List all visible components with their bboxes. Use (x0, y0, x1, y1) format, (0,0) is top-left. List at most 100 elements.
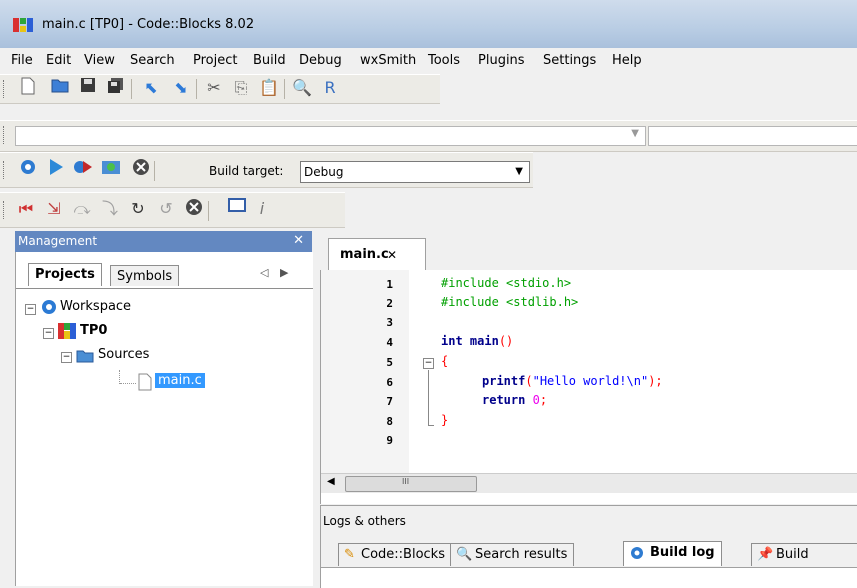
menu-file[interactable]: File (11, 53, 33, 68)
toolbar-separator (196, 79, 197, 99)
tab-scroll-right-icon[interactable]: ▶ (280, 266, 288, 279)
line-number: 2 (386, 297, 393, 310)
build-and-run-icon[interactable] (72, 158, 94, 180)
close-icon[interactable]: ✕ (387, 248, 397, 262)
line-number: 5 (386, 356, 393, 369)
step-out-icon[interactable]: ↺ (155, 198, 177, 220)
editor-tab-strip: main.c ✕ (320, 232, 857, 271)
codeblocks-app-icon (13, 18, 33, 32)
horizontal-scrollbar[interactable]: ◀ III (321, 473, 857, 493)
cut-icon[interactable]: ✂ (203, 77, 225, 99)
build-target-label: Build target: (209, 164, 284, 178)
chevron-down-icon: ▼ (515, 166, 523, 177)
next-instruction-icon[interactable]: ⤵ (99, 198, 121, 220)
undo-icon[interactable]: ⬉ (140, 77, 162, 99)
menu-plugins[interactable]: Plugins (478, 53, 525, 68)
menu-edit[interactable]: Edit (46, 53, 71, 68)
tree-item-workspace[interactable]: Workspace (60, 299, 131, 314)
fold-line (428, 370, 429, 426)
function-dropdown[interactable] (648, 126, 857, 146)
rebuild-icon[interactable] (100, 158, 122, 180)
code-completion-toolbar: ▼ (0, 120, 857, 152)
new-file-icon[interactable] (17, 77, 39, 99)
code-line-5: { (441, 354, 448, 368)
copy-icon[interactable]: ⎘ (230, 77, 252, 99)
toolbar-grip[interactable] (3, 161, 7, 179)
toolbar-grip[interactable] (3, 80, 7, 98)
build-log-content[interactable] (321, 567, 857, 588)
build-target-select[interactable]: Debug ▼ (300, 161, 530, 183)
collapse-project-icon[interactable]: − (43, 328, 54, 339)
save-icon[interactable] (77, 77, 99, 99)
code-token: main (462, 334, 499, 348)
code-line-8: } (441, 413, 448, 427)
chevron-down-icon: ▼ (631, 128, 639, 139)
line-number: 6 (386, 376, 393, 389)
tree-item-main-c[interactable]: main.c (155, 373, 205, 388)
collapse-workspace-icon[interactable]: − (25, 304, 36, 315)
menu-project[interactable]: Project (193, 53, 237, 68)
code-token: <stdlib.h> (498, 295, 579, 309)
menu-tools[interactable]: Tools (428, 53, 460, 68)
scrollbar-grip: III (402, 477, 410, 486)
replace-icon[interactable]: R (319, 77, 341, 99)
tab-scroll-left-icon[interactable]: ◁ (260, 266, 268, 279)
line-number: 8 (386, 415, 393, 428)
project-icon (58, 323, 76, 342)
paste-icon[interactable]: 📋 (258, 77, 280, 99)
debug-start-icon[interactable]: ⏮ (15, 198, 37, 220)
fold-marker-icon[interactable]: − (423, 358, 434, 369)
tab-search-results[interactable]: 🔍 Search results (450, 543, 575, 566)
redo-icon[interactable]: ⬊ (170, 77, 192, 99)
run-icon[interactable] (45, 158, 67, 180)
line-number: 9 (386, 434, 393, 447)
stop-debugger-icon[interactable] (183, 198, 205, 220)
info-icon[interactable]: i (251, 198, 273, 220)
open-folder-icon[interactable] (49, 77, 71, 99)
run-to-cursor-icon[interactable]: ⇲ (43, 198, 65, 220)
toolbar-separator (154, 161, 155, 181)
menu-debug[interactable]: Debug (299, 53, 342, 68)
next-line-icon[interactable]: ⤼ (71, 198, 93, 220)
debugger-toolbar: ⏮ ⇲ ⤼ ⤵ ↻ ↺ i (0, 192, 345, 228)
tab-label: Code::Blocks (361, 547, 445, 562)
find-icon[interactable]: 🔍 (291, 77, 313, 99)
menu-wxsmith[interactable]: wxSmith (360, 53, 416, 68)
toolbar-grip[interactable] (3, 201, 7, 219)
menu-settings[interactable]: Settings (543, 53, 596, 68)
close-icon[interactable]: ✕ (293, 233, 304, 248)
tree-item-sources[interactable]: Sources (98, 347, 149, 362)
build-gear-icon[interactable] (17, 158, 39, 180)
code-line-2: #include <stdlib.h> (441, 295, 578, 309)
file-icon (138, 373, 152, 394)
fold-line (428, 425, 434, 426)
debug-windows-icon[interactable] (226, 198, 248, 220)
folder-icon (76, 348, 94, 366)
abort-icon[interactable] (130, 158, 152, 180)
menu-help[interactable]: Help (612, 53, 642, 68)
scrollbar-thumb[interactable]: III (345, 476, 477, 492)
tab-projects[interactable]: Projects (28, 263, 102, 286)
step-into-icon[interactable]: ↻ (127, 198, 149, 220)
menu-build[interactable]: Build (253, 53, 286, 68)
code-line-7: return 0; (482, 393, 547, 407)
save-all-icon[interactable] (105, 77, 127, 99)
tree-line (120, 383, 136, 384)
title-bar[interactable]: main.c [TP0] - Code::Blocks 8.02 (0, 0, 857, 48)
window-title: main.c [TP0] - Code::Blocks 8.02 (42, 17, 255, 32)
tab-build-log[interactable]: Build log (623, 541, 722, 566)
scope-dropdown[interactable]: ▼ (15, 126, 646, 146)
scroll-left-icon[interactable]: ◀ (327, 476, 335, 487)
toolbar-separator (284, 79, 285, 99)
toolbar-grip[interactable] (3, 126, 7, 144)
tab-build-messages[interactable]: 📌 Build messa (751, 543, 857, 584)
tab-main-c[interactable]: main.c ✕ (328, 238, 426, 271)
tab-codeblocks-log[interactable]: ✎ Code::Blocks (338, 543, 452, 566)
tree-item-project[interactable]: TP0 (80, 323, 107, 338)
code-editor[interactable]: 1 2 3 4 5 6 7 8 9 − #include <stdio.h> #… (320, 270, 857, 504)
menu-view[interactable]: View (84, 53, 115, 68)
tab-symbols[interactable]: Symbols (110, 265, 180, 286)
menu-search[interactable]: Search (130, 53, 175, 68)
editor-tab-label: main.c (340, 247, 389, 262)
collapse-sources-icon[interactable]: − (61, 352, 72, 363)
